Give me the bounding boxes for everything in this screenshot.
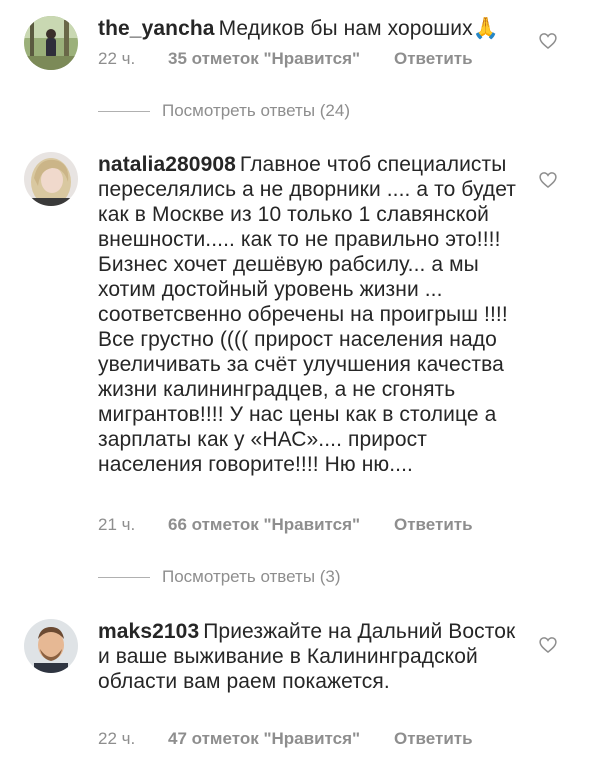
comment-username[interactable]: maks2103 [98,620,199,643]
avatar[interactable] [24,16,78,70]
view-replies-button[interactable]: Посмотреть ответы (3) [98,567,341,587]
comment-time: 21 ч. [98,515,136,534]
divider-line [98,576,150,578]
like-heart-icon[interactable] [538,31,558,51]
likes-count[interactable]: 47 отметок "Нравится" [168,729,394,749]
comment-body: natalia280908 Главное чтоб специалисты пе… [98,152,518,477]
likes-count[interactable]: 66 отметок "Нравится" [168,515,394,535]
likes-count[interactable]: 35 отметок "Нравится" [168,49,394,69]
comment-meta: 22 ч. 47 отметок "Нравится" Ответить [98,729,473,749]
comment-meta: 22 ч. 35 отметок "Нравится" Ответить [98,49,473,69]
divider-line [98,110,150,112]
comment-text: Медиков бы нам хороших🙏 [218,17,499,40]
avatar[interactable] [24,152,78,206]
comment-time: 22 ч. [98,729,136,748]
comment-username[interactable]: the_yancha [98,17,215,40]
reply-button[interactable]: Ответить [394,49,473,69]
reply-button[interactable]: Ответить [394,729,473,749]
like-heart-icon[interactable] [538,170,558,190]
view-replies-label: Посмотреть ответы (24) [162,101,350,120]
view-replies-label: Посмотреть ответы (3) [162,567,341,586]
comment-time: 22 ч. [98,49,136,68]
comment-meta: 21 ч. 66 отметок "Нравится" Ответить [98,515,473,535]
comment-body: maks2103 Приезжайте на Дальний Восток и в… [98,619,518,694]
avatar[interactable] [24,619,78,673]
comment-body: the_yancha Медиков бы нам хороших🙏 [98,16,518,41]
reply-button[interactable]: Ответить [394,515,473,535]
like-heart-icon[interactable] [538,635,558,655]
view-replies-button[interactable]: Посмотреть ответы (24) [98,101,350,121]
comment-username[interactable]: natalia280908 [98,153,236,176]
comment-text: Главное чтоб специалисты переселялись а … [98,153,517,476]
